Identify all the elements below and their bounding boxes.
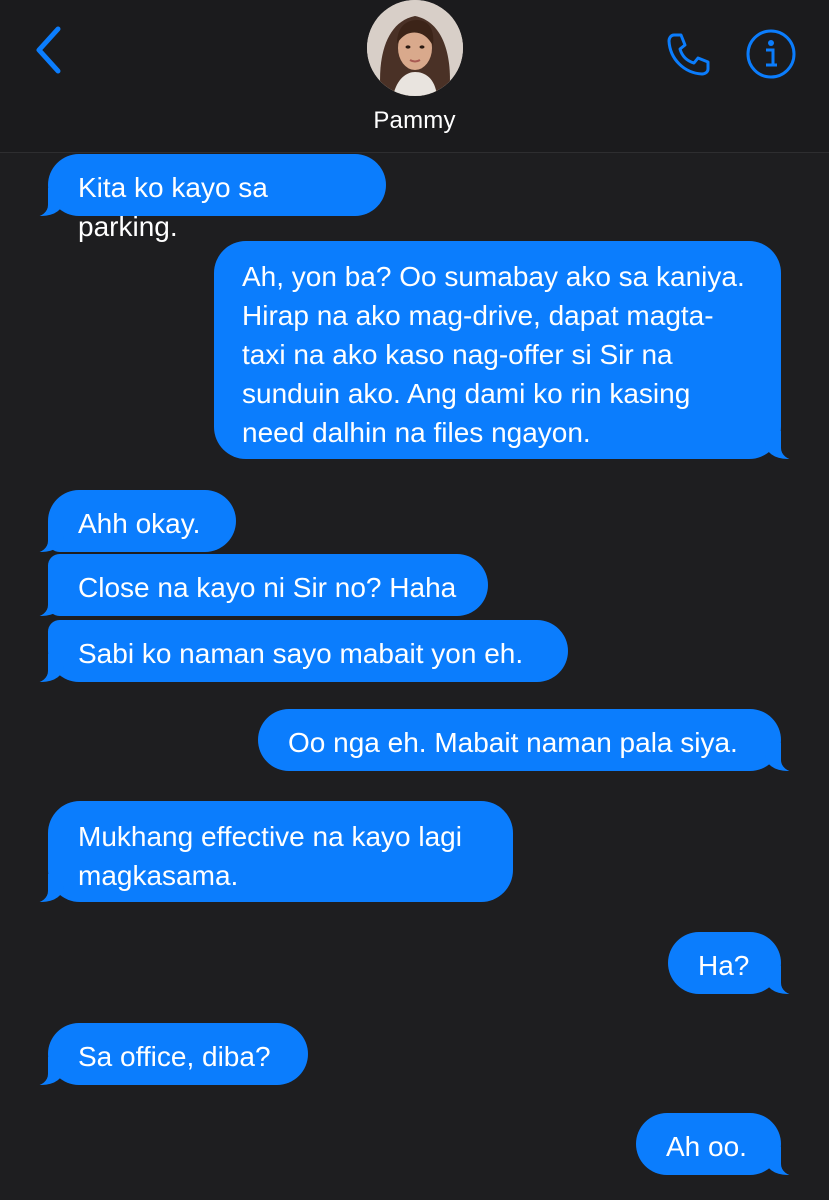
- contact-name[interactable]: Pammy: [0, 107, 829, 135]
- contact-avatar[interactable]: [367, 0, 463, 96]
- message-sent[interactable]: Ah oo.: [636, 1113, 803, 1176]
- phone-icon: [667, 33, 710, 76]
- message-thread[interactable]: Kita ko kayo sa parking. Ah, yon ba? Oo …: [0, 153, 829, 1200]
- message-received[interactable]: Sa office, diba?: [26, 1023, 308, 1086]
- message-received[interactable]: Mukhang effective na kayo lagi magkasama…: [26, 801, 513, 903]
- call-button[interactable]: [662, 28, 714, 80]
- message-sent[interactable]: Oo nga eh. Mabait naman pala siya.: [258, 709, 803, 772]
- conversation-header: Pammy: [0, 0, 829, 153]
- avatar-photo: [367, 0, 463, 96]
- message-sent[interactable]: Ha?: [668, 932, 803, 995]
- info-button[interactable]: [744, 27, 798, 81]
- message-received[interactable]: Kita ko kayo sa parking.: [26, 154, 386, 242]
- message-received[interactable]: Ahh okay.: [26, 490, 236, 553]
- message-received[interactable]: Sabi ko naman sayo mabait yon eh.: [26, 620, 568, 683]
- message-sent[interactable]: Ah, yon ba? Oo sumabay ako sa kaniya. Hi…: [214, 241, 803, 460]
- message-received[interactable]: Close na kayo ni Sir no? Haha: [26, 554, 488, 617]
- back-button[interactable]: [26, 22, 70, 78]
- chevron-left-icon: [36, 26, 61, 74]
- info-icon: [746, 29, 796, 79]
